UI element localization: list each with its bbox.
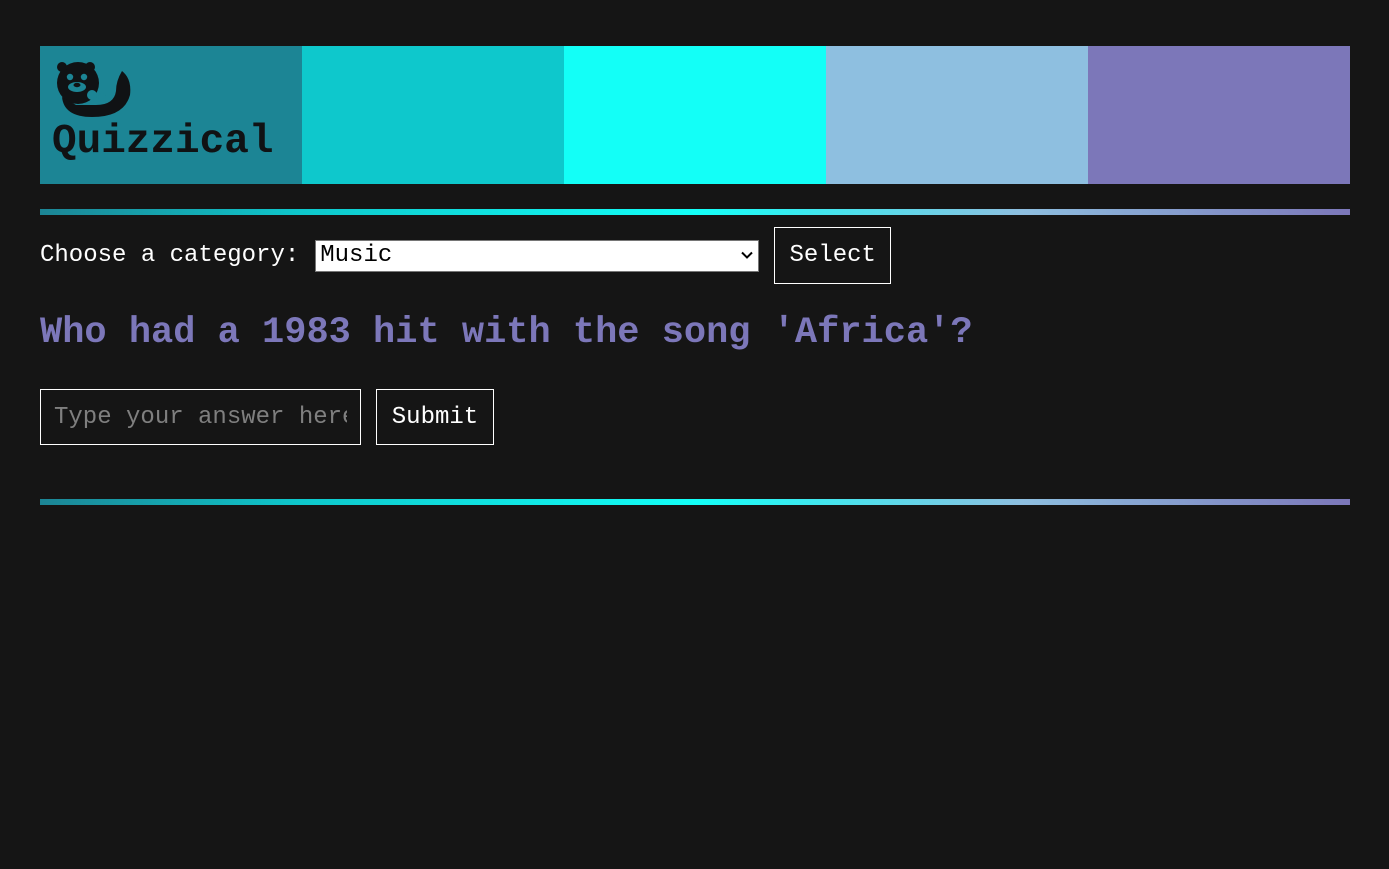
color-swatch (1088, 46, 1350, 184)
question-text: Who had a 1983 hit with the song 'Africa… (40, 312, 973, 354)
header-banner: Quizzical (40, 46, 1350, 184)
color-swatch (826, 46, 1088, 184)
answer-input[interactable] (40, 389, 361, 445)
page: Quizzical Choose a category: Music Selec… (0, 0, 1389, 869)
category-form: Choose a category: Music Select (40, 227, 892, 284)
color-swatch (302, 46, 564, 184)
brand-title: Quizzical (52, 119, 274, 165)
gradient-divider-top (40, 209, 1350, 215)
otter-icon (57, 62, 131, 117)
color-swatch (564, 46, 826, 184)
category-select[interactable]: Music (315, 239, 760, 272)
chevron-down-icon (741, 251, 753, 259)
category-label: Choose a category: (40, 242, 300, 269)
category-select-value: Music (320, 242, 393, 269)
select-button[interactable]: Select (774, 227, 892, 284)
brand-swatch: Quizzical (40, 46, 302, 184)
submit-button[interactable]: Submit (376, 389, 494, 445)
gradient-divider-bottom (40, 499, 1350, 505)
answer-form: Submit (40, 389, 494, 445)
